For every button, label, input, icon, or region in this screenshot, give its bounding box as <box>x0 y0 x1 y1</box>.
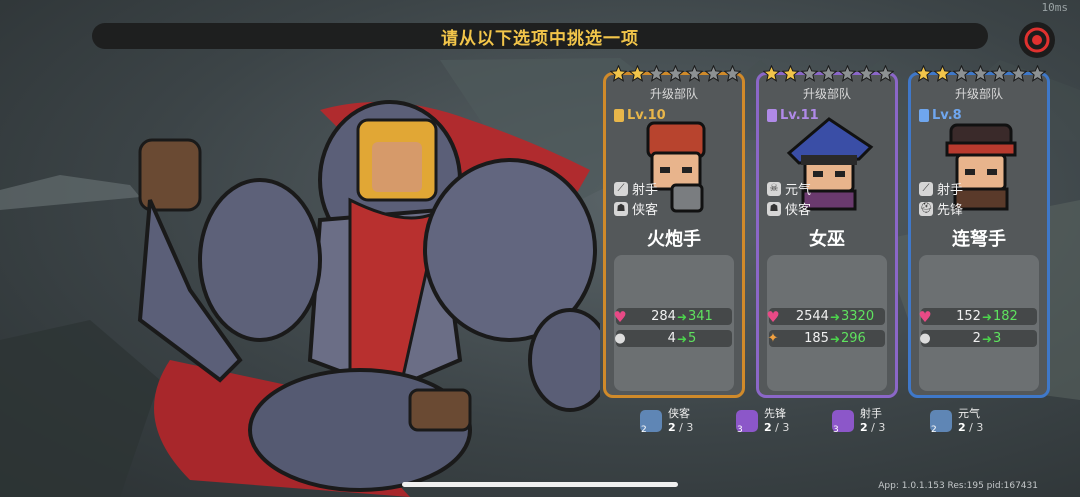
unit-name: 女巫 <box>809 229 845 250</box>
record-button[interactable] <box>1019 22 1055 58</box>
cannoneer-portrait <box>646 121 706 213</box>
star-filled-icon <box>782 65 799 82</box>
hp-stat: ♥ 152 ➜ 182 <box>918 308 1037 326</box>
star-empty-icon <box>877 65 894 82</box>
home-indicator[interactable] <box>402 482 678 487</box>
arrow-icon: ➜ <box>676 309 687 324</box>
arrow-icon: ➜ <box>829 331 840 346</box>
star-empty-icon <box>1029 65 1046 82</box>
person-icon: ● <box>614 331 626 346</box>
star-empty-icon <box>972 65 989 82</box>
star-filled-icon <box>629 65 646 82</box>
trait-shooter: ⟋ 射手 <box>919 179 963 198</box>
helmet-icon: 3 <box>736 410 758 435</box>
cloak-icon: 2 <box>640 410 662 435</box>
star-empty-icon <box>686 65 703 82</box>
crossbow-icon: ⟋ <box>919 181 933 196</box>
heart-icon: ♥ <box>918 307 932 326</box>
star-empty-icon <box>839 65 856 82</box>
synergy-vitality[interactable]: 2 元气 2 / 3 <box>930 405 983 437</box>
trait-vitality: ☠ 元气 <box>767 179 811 198</box>
star-empty-icon <box>667 65 684 82</box>
upgrade-label: 升级部队 <box>649 87 698 101</box>
synergy-shooter[interactable]: 3 射手 2 / 3 <box>832 405 885 437</box>
star-filled-icon <box>915 65 932 82</box>
wand-icon: ✦ <box>767 331 779 346</box>
star-empty-icon <box>724 65 741 82</box>
timer-text: 10ms <box>1041 1 1069 14</box>
star-empty-icon <box>820 65 837 82</box>
heart-icon: ♥ <box>613 307 627 326</box>
unit-name: 火炮手 <box>647 229 701 250</box>
star-rating <box>763 65 894 82</box>
crossbowman-portrait <box>945 123 1017 211</box>
unit-card-cannoneer[interactable]: 升级部队 Lv.10 ⟋ 射手 ☗ 侠客 火炮手 ♥ 284 ➜ 341 ● 4 ➜… <box>603 65 745 398</box>
arrow-icon: ➜ <box>981 309 992 324</box>
arrow-icon: ➜ <box>981 331 992 346</box>
hp-stat: ♥ 284 ➜ 341 <box>613 308 732 326</box>
star-filled-icon <box>763 65 780 82</box>
trait-ranger: ☗ 侠客 <box>614 199 658 218</box>
crossbow-icon: 3 <box>832 410 854 435</box>
trait-shooter: ⟋ 射手 <box>614 179 658 198</box>
level-tag-icon <box>919 109 929 122</box>
record-icon <box>1024 27 1050 53</box>
synergy-vanguard[interactable]: 3 先锋 2 / 3 <box>736 405 789 437</box>
trait-vanguard: ⛑ 先锋 <box>919 201 964 218</box>
knight-hero-illustration <box>137 100 600 497</box>
skull-icon: 2 <box>930 410 952 435</box>
unit-card-witch[interactable]: 升级部队 Lv.11 ☠ 元气 ☗ 侠客 女巫 ♥ 2544 ➜ 3320 ✦ 1… <box>756 65 898 398</box>
person-icon: ● <box>919 331 931 346</box>
level-tag-icon <box>767 109 777 122</box>
star-empty-icon <box>705 65 722 82</box>
cloak-icon: ☗ <box>767 201 781 216</box>
count-stat: ● 2 ➜ 3 <box>919 330 1037 347</box>
hp-stat: ♥ 2544 ➜ 3320 <box>766 308 885 326</box>
crossbow-icon: ⟋ <box>614 181 628 196</box>
count-stat: ● 4 ➜ 5 <box>614 330 732 347</box>
star-filled-icon <box>610 65 627 82</box>
arrow-icon: ➜ <box>676 331 687 346</box>
upgrade-label: 升级部队 <box>802 87 851 101</box>
star-rating <box>610 65 741 82</box>
arrow-icon: ➜ <box>829 309 840 324</box>
cloak-icon: ☗ <box>614 201 628 216</box>
debug-info: App: 1.0.1.153 Res:195 pid:167431 <box>878 481 1038 491</box>
skull-icon: ☠ <box>767 181 781 196</box>
star-rating <box>915 65 1046 82</box>
star-empty-icon <box>858 65 875 82</box>
trait-ranger: ☗ 侠客 <box>767 199 811 218</box>
star-empty-icon <box>801 65 818 82</box>
witch-portrait <box>786 117 874 211</box>
selection-banner: 请从以下选项中挑选一项 <box>92 23 988 49</box>
star-empty-icon <box>991 65 1008 82</box>
star-empty-icon <box>953 65 970 82</box>
unit-name: 连弩手 <box>952 229 1006 250</box>
star-empty-icon <box>648 65 665 82</box>
upgrade-label: 升级部队 <box>954 87 1003 101</box>
star-filled-icon <box>934 65 951 82</box>
banner-title: 请从以下选项中挑选一项 <box>441 28 639 49</box>
heart-icon: ♥ <box>766 307 780 326</box>
unit-card-repeating-crossbowman[interactable]: 升级部队 Lv.8 ⟋ 射手 ⛑ 先锋 连弩手 ♥ 152 ➜ 182 ● 2 ➜ … <box>908 65 1050 398</box>
star-empty-icon <box>1010 65 1027 82</box>
helmet-icon: ⛑ <box>919 201 933 216</box>
attack-stat: ✦ 185 ➜ 296 <box>768 330 885 347</box>
synergy-ranger[interactable]: 2 侠客 2 / 3 <box>640 405 693 437</box>
level-tag-icon <box>614 109 624 122</box>
